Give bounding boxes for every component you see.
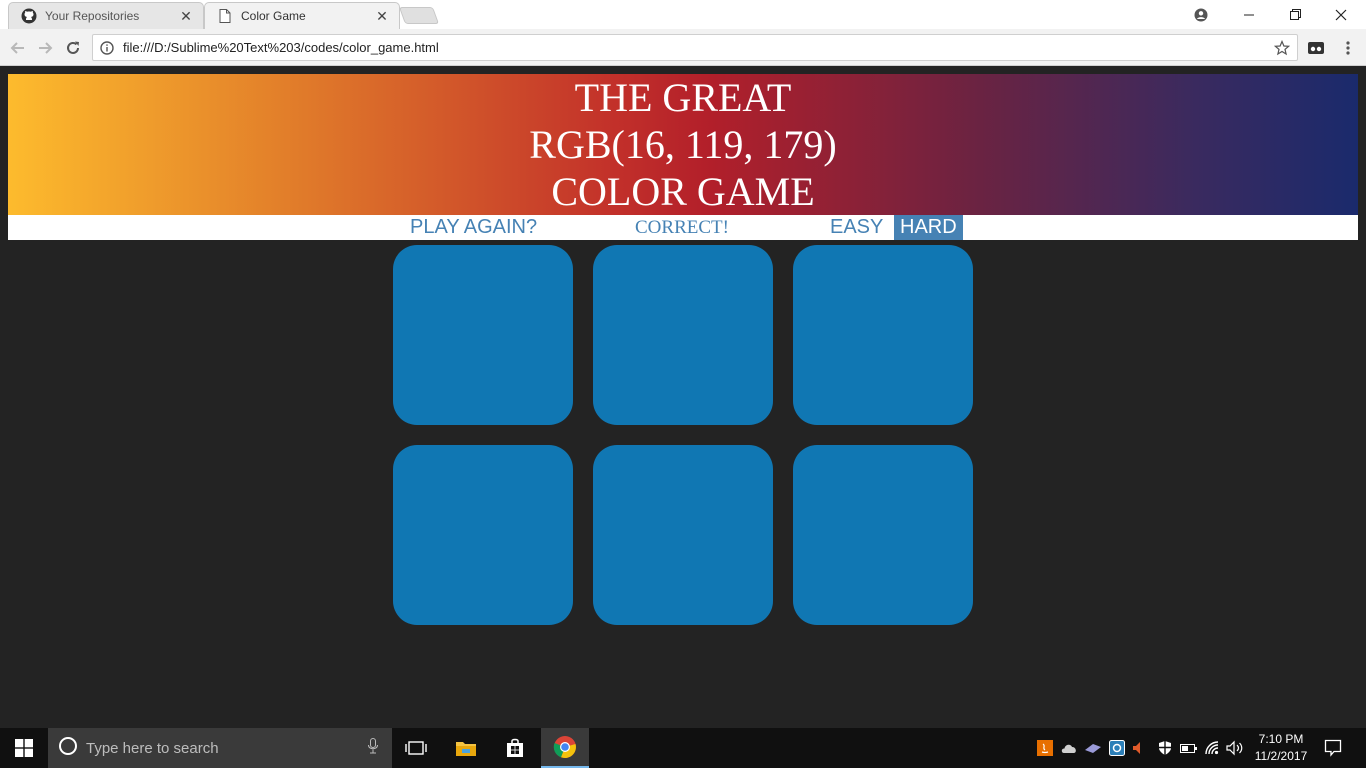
tab-color-game[interactable]: Color Game ✕ bbox=[204, 2, 400, 29]
window-close-icon[interactable] bbox=[1318, 0, 1364, 29]
cortana-icon bbox=[58, 736, 78, 761]
forward-arrow-icon[interactable] bbox=[34, 37, 56, 59]
color-display: RGB(16, 119, 179) bbox=[529, 122, 837, 167]
hard-mode-button[interactable]: HARD bbox=[894, 215, 963, 240]
browser-toolbar: file:///D:/Sublime%20Text%203/codes/colo… bbox=[0, 29, 1366, 66]
microphone-icon[interactable] bbox=[368, 737, 378, 759]
page-viewport: THE GREAT RGB(16, 119, 179) COLOR GAME P… bbox=[0, 66, 1366, 728]
incognito-extension-icon[interactable] bbox=[1305, 37, 1327, 59]
tab-title: Color Game bbox=[241, 9, 306, 23]
browser-tabstrip: Your Repositories ✕ Color Game ✕ bbox=[0, 0, 1366, 29]
back-arrow-icon[interactable] bbox=[7, 37, 29, 59]
bookmark-star-icon[interactable] bbox=[1273, 39, 1291, 57]
clock-time: 7:10 PM bbox=[1258, 732, 1304, 746]
url-text: file:///D:/Sublime%20Text%203/codes/colo… bbox=[123, 40, 439, 55]
header-title-line1: THE GREAT bbox=[574, 75, 792, 120]
minimize-icon[interactable] bbox=[1226, 0, 1272, 29]
restore-icon[interactable] bbox=[1272, 0, 1318, 29]
color-square[interactable] bbox=[593, 445, 773, 625]
info-icon[interactable] bbox=[99, 40, 115, 56]
new-tab-button[interactable] bbox=[398, 7, 440, 24]
taskbar-clock[interactable]: 7:10 PM 11/2/2017 bbox=[1248, 731, 1314, 765]
color-square[interactable] bbox=[593, 245, 773, 425]
profile-icon[interactable] bbox=[1178, 0, 1224, 29]
play-again-button[interactable]: PLAY AGAIN? bbox=[410, 215, 537, 240]
control-stripe: PLAY AGAIN? CORRECT! EASY HARD bbox=[8, 215, 1358, 240]
task-view-icon[interactable] bbox=[392, 728, 440, 768]
search-placeholder: Type here to search bbox=[86, 739, 219, 757]
color-square[interactable] bbox=[793, 445, 973, 625]
file-explorer-icon[interactable] bbox=[442, 728, 490, 768]
easy-mode-button[interactable]: EASY bbox=[830, 215, 883, 240]
windows-taskbar: Type here to search 7:10 PM 11/2/2017 bbox=[0, 728, 1366, 768]
action-center-icon[interactable] bbox=[1324, 739, 1342, 757]
battery-icon[interactable] bbox=[1180, 739, 1198, 757]
message-text: CORRECT! bbox=[635, 217, 729, 238]
java-update-icon[interactable] bbox=[1036, 739, 1054, 757]
color-square[interactable] bbox=[393, 245, 573, 425]
menu-icon[interactable] bbox=[1337, 37, 1359, 59]
clock-date: 11/2/2017 bbox=[1254, 749, 1308, 763]
app-tray-icon[interactable] bbox=[1108, 739, 1126, 757]
header-title-line3: COLOR GAME bbox=[551, 169, 815, 214]
page-icon bbox=[217, 8, 233, 24]
color-square[interactable] bbox=[393, 445, 573, 625]
chrome-icon[interactable] bbox=[541, 728, 589, 768]
tab-title: Your Repositories bbox=[45, 9, 140, 23]
tab-your-repositories[interactable]: Your Repositories ✕ bbox=[8, 2, 204, 29]
taskbar-search-box[interactable]: Type here to search bbox=[48, 728, 392, 768]
speaker-icon[interactable] bbox=[1226, 739, 1244, 757]
close-icon[interactable]: ✕ bbox=[375, 9, 389, 23]
game-header: THE GREAT RGB(16, 119, 179) COLOR GAME bbox=[8, 74, 1358, 215]
address-bar[interactable]: file:///D:/Sublime%20Text%203/codes/colo… bbox=[92, 34, 1298, 61]
network-drive-icon[interactable] bbox=[1084, 739, 1102, 757]
color-square[interactable] bbox=[793, 245, 973, 425]
windows-start-icon[interactable] bbox=[0, 728, 48, 768]
github-icon bbox=[21, 8, 37, 24]
onedrive-icon[interactable] bbox=[1060, 739, 1078, 757]
reload-icon[interactable] bbox=[62, 37, 84, 59]
security-shield-icon[interactable] bbox=[1156, 739, 1174, 757]
wifi-icon[interactable] bbox=[1204, 739, 1222, 757]
volume-muted-icon[interactable] bbox=[1130, 739, 1148, 757]
store-icon[interactable] bbox=[491, 728, 539, 768]
close-icon[interactable]: ✕ bbox=[179, 9, 193, 23]
